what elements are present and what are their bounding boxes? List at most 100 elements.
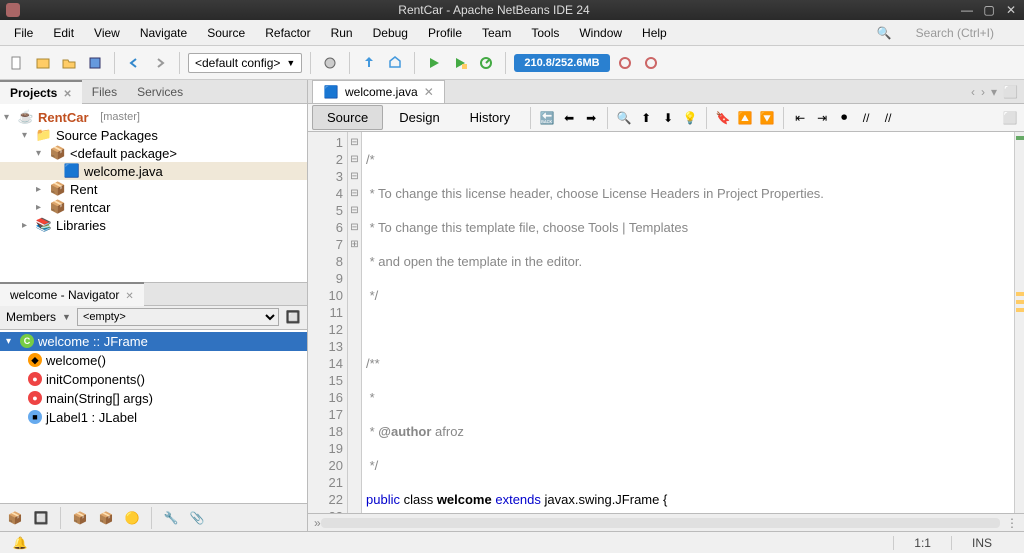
menu-help[interactable]: Help xyxy=(632,22,677,44)
nav-constructor[interactable]: ◆ welcome() xyxy=(0,351,307,370)
package-rentcar[interactable]: ▸ 📦 rentcar xyxy=(0,198,307,216)
last-edit-button[interactable]: 🔙 xyxy=(537,108,557,128)
save-all-button[interactable] xyxy=(84,52,106,74)
default-package[interactable]: ▾ 📦 <default package> xyxy=(0,144,307,162)
comment-button[interactable]: // xyxy=(856,108,876,128)
fold-gutter[interactable]: ⊟⊟⊟⊟⊟⊟⊞ xyxy=(348,132,362,513)
tab-services[interactable]: Services xyxy=(127,81,193,103)
package-rent[interactable]: ▸ 📦 Rent xyxy=(0,180,307,198)
close-button[interactable]: ✕ xyxy=(1004,3,1018,17)
menu-navigate[interactable]: Navigate xyxy=(130,22,197,44)
nav-filter-5[interactable]: 🟡 xyxy=(121,507,143,529)
back-button[interactable]: ⬅ xyxy=(559,108,579,128)
nav-class[interactable]: ▾ C welcome :: JFrame xyxy=(0,332,307,351)
nav-main[interactable]: ● main(String[] args) xyxy=(0,389,307,408)
menu-run[interactable]: Run xyxy=(321,22,363,44)
toggle-bookmark-button[interactable]: 🔖 xyxy=(713,108,733,128)
menu-window[interactable]: Window xyxy=(569,22,632,44)
nav-filter-7[interactable]: 📎 xyxy=(186,507,208,529)
config-select[interactable]: <default config> ▼ xyxy=(188,53,302,73)
menu-refactor[interactable]: Refactor xyxy=(255,22,320,44)
filter-select[interactable]: <empty> xyxy=(77,308,279,326)
view-design[interactable]: Design xyxy=(385,106,453,129)
open-project-button[interactable] xyxy=(58,52,80,74)
find-next-button[interactable]: ⬇ xyxy=(658,108,678,128)
code-content[interactable]: /* * To change this license header, choo… xyxy=(362,132,1014,513)
uncomment-button[interactable]: // xyxy=(878,108,898,128)
tab-files[interactable]: Files xyxy=(82,81,127,103)
view-history[interactable]: History xyxy=(456,106,524,129)
profile-run-button[interactable] xyxy=(475,52,497,74)
undo-button[interactable] xyxy=(123,52,145,74)
find-selection-button[interactable]: 🔍 xyxy=(614,108,634,128)
view-source[interactable]: Source xyxy=(312,105,383,130)
notifications-icon[interactable]: 🔔 xyxy=(12,535,28,551)
shift-left-button[interactable]: ⇤ xyxy=(790,108,810,128)
project-root[interactable]: ▾ ☕ RentCar [master] xyxy=(0,108,307,126)
menu-view[interactable]: View xyxy=(84,22,130,44)
toggle-highlight-button[interactable]: 💡 xyxy=(680,108,700,128)
horizontal-scrollbar[interactable] xyxy=(321,518,1000,528)
maximize-editor-icon[interactable]: ⬜ xyxy=(1003,85,1018,99)
memory-badge[interactable]: 210.8/252.6MB xyxy=(514,54,609,72)
menu-tools[interactable]: Tools xyxy=(521,22,569,44)
libraries[interactable]: ▸ 📚 Libraries xyxy=(0,216,307,234)
build-button[interactable] xyxy=(358,52,380,74)
find-prev-button[interactable]: ⬆ xyxy=(636,108,656,128)
minimize-button[interactable]: — xyxy=(960,3,974,17)
expand-icon[interactable]: ▸ xyxy=(36,202,46,213)
expand-icon[interactable]: ▸ xyxy=(36,184,46,195)
close-icon[interactable]: ✕ xyxy=(125,291,133,302)
menu-edit[interactable]: Edit xyxy=(43,22,84,44)
chevron-down-icon[interactable]: » xyxy=(314,516,321,530)
maximize-button[interactable]: ▢ xyxy=(982,3,996,17)
run-button[interactable] xyxy=(423,52,445,74)
global-search[interactable]: 🔍 Search (Ctrl+I) xyxy=(867,22,1020,44)
chevron-down-icon[interactable]: ▼ xyxy=(62,312,71,322)
filter-icon[interactable]: 🔲 xyxy=(285,309,301,325)
navigator-tree[interactable]: ▾ C welcome :: JFrame ◆ welcome() ● init… xyxy=(0,330,307,504)
menu-debug[interactable]: Debug xyxy=(363,22,418,44)
clean-build-button[interactable] xyxy=(384,52,406,74)
collapse-icon[interactable]: ▾ xyxy=(36,148,46,159)
nav-filter-2[interactable]: 🔲 xyxy=(30,507,52,529)
debug-button[interactable] xyxy=(449,52,471,74)
next-bookmark-button[interactable]: 🔽 xyxy=(757,108,777,128)
editor-tab-welcome[interactable]: 🟦 welcome.java ✕ xyxy=(312,80,445,103)
nav-filter-1[interactable]: 📦 xyxy=(4,507,26,529)
nav-jlabel1[interactable]: ■ jLabel1 : JLabel xyxy=(0,408,307,427)
profile-dropdown[interactable] xyxy=(319,52,341,74)
menu-profile[interactable]: Profile xyxy=(418,22,472,44)
forward-button[interactable]: ➡ xyxy=(581,108,601,128)
menu-team[interactable]: Team xyxy=(472,22,521,44)
prev-bookmark-button[interactable]: 🔼 xyxy=(735,108,755,128)
split-button[interactable]: ⬜ xyxy=(1000,108,1020,128)
new-project-button[interactable] xyxy=(32,52,54,74)
expand-icon[interactable]: ▸ xyxy=(22,220,32,231)
new-file-button[interactable] xyxy=(6,52,28,74)
redo-button[interactable] xyxy=(149,52,171,74)
tab-list-icon[interactable]: ▾ xyxy=(991,85,997,99)
nav-filter-4[interactable]: 📦 xyxy=(95,507,117,529)
tab-navigator[interactable]: welcome - Navigator✕ xyxy=(0,282,144,306)
shift-right-button[interactable]: ⇥ xyxy=(812,108,832,128)
close-icon[interactable]: ✕ xyxy=(424,85,434,99)
collapse-icon[interactable]: ▾ xyxy=(22,130,32,141)
menu-file[interactable]: File xyxy=(4,22,43,44)
gc-button-2[interactable] xyxy=(640,52,662,74)
file-welcome[interactable]: 🟦 welcome.java xyxy=(0,162,307,180)
close-icon[interactable]: ✕ xyxy=(63,89,71,100)
source-packages[interactable]: ▾ 📁 Source Packages xyxy=(0,126,307,144)
code-editor[interactable]: 1234567891011121314151617181920212223242… xyxy=(308,132,1024,513)
kebab-icon[interactable]: ⋮ xyxy=(1006,516,1018,530)
collapse-icon[interactable]: ▾ xyxy=(4,112,14,123)
next-tab-icon[interactable]: › xyxy=(981,85,985,99)
project-tree[interactable]: ▾ ☕ RentCar [master] ▾ 📁 Source Packages… xyxy=(0,104,307,282)
nav-filter-3[interactable]: 📦 xyxy=(69,507,91,529)
prev-tab-icon[interactable]: ‹ xyxy=(971,85,975,99)
menu-source[interactable]: Source xyxy=(197,22,255,44)
macro-record-button[interactable]: ⏺ xyxy=(834,108,854,128)
tab-projects[interactable]: Projects✕ xyxy=(0,80,82,104)
nav-filter-6[interactable]: 🔧 xyxy=(160,507,182,529)
nav-initcomponents[interactable]: ● initComponents() xyxy=(0,370,307,389)
